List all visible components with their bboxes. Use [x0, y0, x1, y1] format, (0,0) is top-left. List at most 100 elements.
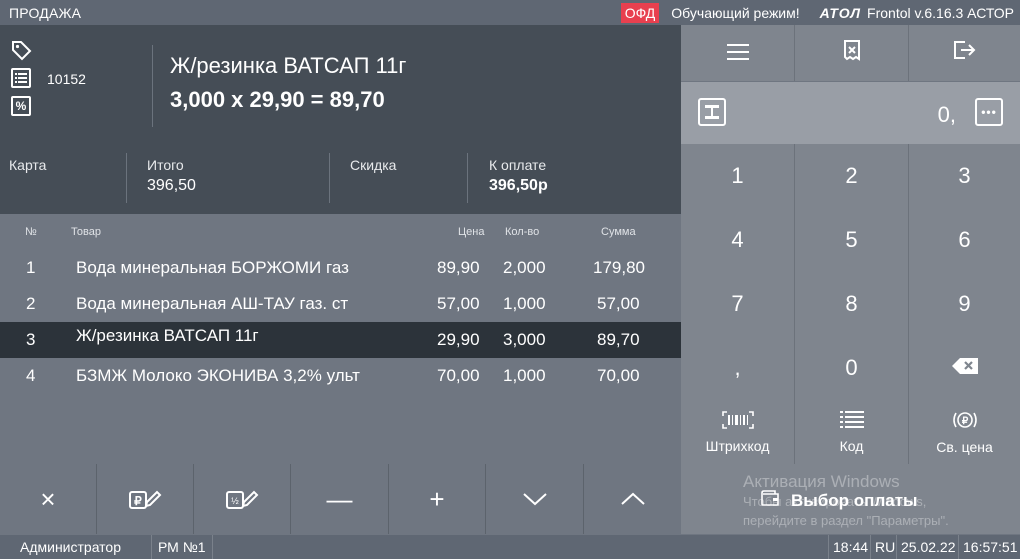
price-edit-icon: ₽ [128, 487, 162, 511]
choose-payment-button[interactable]: Выбор оплаты [761, 490, 918, 511]
payable-label: К оплате [489, 157, 547, 173]
mode-label: ПРОДАЖА [9, 4, 82, 21]
list-icon[interactable] [10, 67, 32, 89]
chevron-down-icon [522, 491, 548, 507]
row-name: Ж/резинка ВАТСАП 11г [76, 326, 259, 345]
free-price-label: Св. цена [936, 438, 993, 455]
backspace-button[interactable] [909, 336, 1020, 400]
choose-payment-label: Выбор оплаты [791, 490, 918, 510]
card-label: Карта [9, 157, 47, 173]
more-options-button[interactable]: ••• [975, 98, 1003, 126]
ofd-badge: ОФД [620, 2, 660, 23]
more-icon: ••• [981, 105, 997, 119]
chevron-up-icon [620, 491, 646, 507]
row-sum: 89,70 [597, 330, 640, 349]
wallet-icon [761, 490, 779, 511]
training-mode-label: Обучающий режим! [671, 4, 800, 21]
watermark-line1: Активация Windows [743, 472, 900, 491]
table-row-selected[interactable]: 3 Ж/резинка ВАТСАП 11г 29,90 3,000 89,70 [0, 322, 681, 358]
menu-button[interactable] [681, 25, 794, 81]
version-label: Frontol v.6.16.3 АСТОР [867, 4, 1014, 21]
table-row[interactable]: 1 Вода минеральная БОРЖОМИ газ 89,90 2,0… [0, 250, 681, 286]
vendor-logo: АТОЛ [819, 4, 862, 21]
language-label: RU [875, 539, 896, 555]
key-2[interactable]: 2 [795, 144, 908, 208]
key-4[interactable]: 4 [681, 208, 794, 272]
divider [329, 153, 330, 203]
key-6[interactable]: 6 [909, 208, 1020, 272]
divider [958, 535, 959, 559]
table-row[interactable]: 2 Вода минеральная АШ-ТАУ газ. ст 57,00 … [0, 286, 681, 322]
clock-label: 16:57:51 [963, 539, 1018, 555]
key-5[interactable]: 5 [795, 208, 908, 272]
barcode-button[interactable]: Штрихкод [681, 400, 794, 464]
exit-button[interactable] [909, 25, 1020, 81]
decrease-button[interactable]: — [291, 464, 388, 534]
cancel-receipt-button[interactable] [795, 25, 908, 81]
row-sum: 57,00 [597, 294, 640, 313]
row-sum: 179,80 [593, 258, 645, 277]
time-label: 18:44 [833, 539, 869, 555]
date-label: 25.02.22 [901, 539, 956, 555]
keypad-display: 0, ••• [681, 82, 1020, 144]
minus-icon: — [326, 483, 353, 514]
scroll-up-button[interactable] [584, 464, 681, 534]
col-header-qty: Кол-во [505, 226, 540, 238]
receipt-toolbar: × ₽ ½ — + [0, 464, 681, 534]
divider [126, 153, 127, 203]
delete-item-button[interactable]: × [0, 464, 96, 534]
key-0[interactable]: 0 [795, 336, 908, 400]
row-name: Вода минеральная БОРЖОМИ газ [76, 258, 349, 277]
key-7[interactable]: 7 [681, 272, 794, 336]
item-name: Ж/резинка ВАТСАП 11г [170, 53, 407, 78]
row-price: 57,00 [437, 294, 480, 313]
divider [896, 535, 897, 559]
code-list-icon [839, 410, 864, 434]
current-item-panel: % 10152 Ж/резинка ВАТСАП 11г 3,000 x 29,… [0, 25, 681, 214]
key-comma[interactable]: , [681, 336, 794, 400]
key-9[interactable]: 9 [909, 272, 1020, 336]
increase-button[interactable]: + [389, 464, 485, 534]
quantity-edit-button[interactable]: ½ [194, 464, 290, 534]
key-1[interactable]: 1 [681, 144, 794, 208]
scroll-down-button[interactable] [486, 464, 583, 534]
watermark-line3: перейдите в раздел "Параметры". [743, 513, 949, 528]
divider [151, 535, 152, 559]
code-button[interactable]: Код [795, 400, 908, 464]
row-num: 4 [26, 366, 36, 385]
keypad-top-bar [681, 25, 1020, 81]
row-qty: 1,000 [503, 366, 546, 385]
divider [870, 535, 871, 559]
free-price-button[interactable]: ₽ Св. цена [909, 400, 1020, 464]
fiscal-icon[interactable] [698, 98, 726, 126]
barcode-icon [721, 410, 754, 434]
row-price: 70,00 [437, 366, 480, 385]
item-calculation: 3,000 x 29,90 = 89,70 [170, 87, 385, 112]
svg-text:₽: ₽ [134, 494, 142, 508]
plus-icon: + [429, 483, 445, 514]
total-label: Итого [147, 157, 184, 173]
divider [152, 45, 153, 127]
close-icon: × [40, 483, 56, 514]
receipt-table: № Товар Цена Кол-во Сумма 1 Вода минерал… [0, 214, 681, 464]
payment-area: Активация Windows Чтобы активировать Win… [681, 464, 1020, 534]
code-label: Код [839, 437, 864, 454]
row-price: 89,90 [437, 258, 480, 277]
quantity-edit-icon: ½ [225, 487, 259, 511]
price-edit-button[interactable]: ₽ [97, 464, 193, 534]
item-icons: % [10, 39, 34, 123]
status-bar: Администратор РМ №1 18:44 RU 25.02.22 16… [0, 535, 1020, 559]
input-value: 0, [937, 102, 956, 127]
divider [212, 535, 213, 559]
key-8[interactable]: 8 [795, 272, 908, 336]
key-3[interactable]: 3 [909, 144, 1020, 208]
barcode-label: Штрихкод [705, 437, 770, 454]
total-value: 396,50 [147, 177, 196, 194]
table-row[interactable]: 4 БЗМЖ Молоко ЭКОНИВА 3,2% ульт 70,00 1,… [0, 358, 681, 394]
workplace-label: РМ №1 [158, 539, 206, 555]
row-qty: 1,000 [503, 294, 546, 313]
svg-text:₽: ₽ [961, 416, 968, 427]
title-bar: ПРОДАЖА ОФД Обучающий режим! АТОЛ Fronto… [0, 0, 1020, 25]
tag-icon[interactable] [10, 39, 32, 61]
percent-icon[interactable]: % [10, 95, 32, 117]
